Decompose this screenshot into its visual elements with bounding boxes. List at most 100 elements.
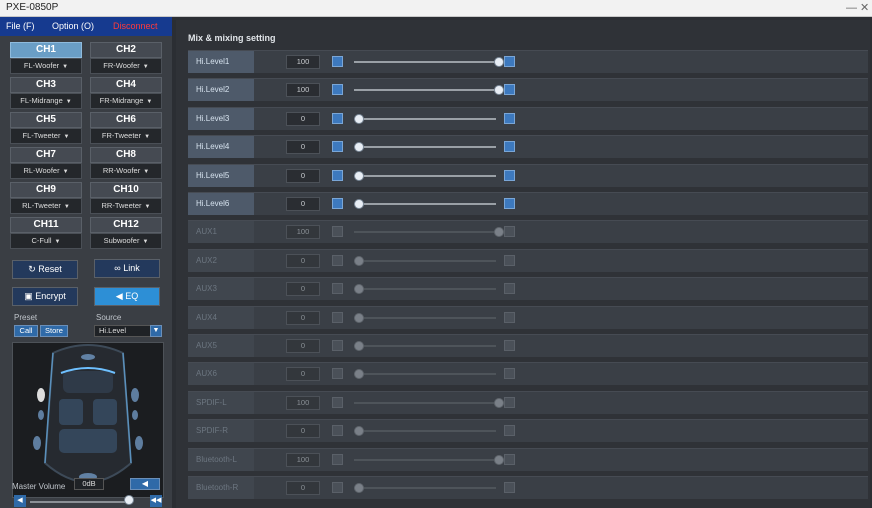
channel-assignment-select[interactable]: FR-Tweeter ▼ bbox=[90, 128, 162, 144]
preset-call-button[interactable]: Call bbox=[14, 325, 38, 337]
channel-1[interactable]: CH1 FL-Woofer ▼ bbox=[10, 42, 82, 74]
decrease-button[interactable] bbox=[332, 254, 343, 266]
level-slider-track[interactable] bbox=[354, 458, 496, 461]
level-value-input[interactable]: 0 bbox=[286, 339, 320, 353]
decrease-button[interactable] bbox=[332, 169, 343, 181]
increase-button[interactable] bbox=[504, 169, 515, 181]
level-value-input[interactable]: 100 bbox=[286, 395, 320, 410]
level-slider-track[interactable] bbox=[354, 231, 496, 234]
level-value-input[interactable]: 0 bbox=[286, 424, 320, 439]
increase-button[interactable] bbox=[504, 311, 515, 323]
decrease-button[interactable] bbox=[332, 141, 343, 153]
increase-button[interactable] bbox=[504, 482, 515, 493]
speaker-icon[interactable]: ◀ bbox=[130, 478, 160, 490]
level-slider-knob[interactable] bbox=[354, 113, 364, 124]
reset-button[interactable]: ↻ Reset bbox=[12, 260, 78, 279]
level-slider-knob[interactable] bbox=[354, 255, 364, 266]
decrease-button[interactable] bbox=[332, 198, 343, 209]
decrease-button[interactable] bbox=[332, 425, 343, 437]
master-volume-slider[interactable] bbox=[30, 501, 130, 503]
increase-button[interactable] bbox=[504, 84, 515, 96]
channel-assignment-select[interactable]: FR-Woofer ▼ bbox=[90, 58, 162, 74]
channel-5[interactable]: CH5 FL-Tweeter ▼ bbox=[10, 112, 82, 144]
level-slider-knob[interactable] bbox=[354, 312, 364, 323]
decrease-button[interactable] bbox=[332, 453, 343, 465]
channel-assignment-select[interactable]: C-Full ▼ bbox=[10, 233, 82, 249]
level-slider-track[interactable] bbox=[354, 373, 496, 376]
level-slider-track[interactable] bbox=[354, 259, 496, 262]
channel-label[interactable]: CH1 bbox=[10, 42, 82, 58]
channel-2[interactable]: CH2 FR-Woofer ▼ bbox=[90, 42, 162, 74]
level-slider-knob[interactable] bbox=[494, 454, 504, 465]
mute-icon[interactable]: ◀◀ bbox=[150, 495, 162, 507]
menu-option[interactable]: Option (O) bbox=[52, 21, 94, 31]
menu-file[interactable]: File (F) bbox=[6, 21, 35, 31]
increase-button[interactable] bbox=[504, 141, 515, 153]
channel-label[interactable]: CH3 bbox=[10, 77, 82, 93]
level-slider-track[interactable] bbox=[354, 430, 496, 433]
level-slider-track[interactable] bbox=[354, 174, 496, 177]
increase-button[interactable] bbox=[504, 425, 515, 437]
level-slider-track[interactable] bbox=[354, 61, 496, 63]
preset-store-button[interactable]: Store bbox=[40, 325, 68, 337]
level-value-input[interactable]: 0 bbox=[286, 253, 320, 268]
level-slider-track[interactable] bbox=[354, 345, 496, 347]
level-slider-track[interactable] bbox=[354, 203, 496, 205]
level-value-input[interactable]: 100 bbox=[286, 452, 320, 467]
chevron-down-icon[interactable]: ▼ bbox=[150, 325, 162, 337]
increase-button[interactable] bbox=[504, 283, 515, 295]
channel-label[interactable]: CH2 bbox=[90, 42, 162, 58]
channel-label[interactable]: CH8 bbox=[90, 147, 162, 163]
level-value-input[interactable]: 0 bbox=[286, 111, 320, 126]
channel-3[interactable]: CH3 FL-Midrange ▼ bbox=[10, 77, 82, 109]
decrease-button[interactable] bbox=[332, 112, 343, 124]
level-value-input[interactable]: 0 bbox=[286, 197, 320, 211]
level-slider-knob[interactable] bbox=[354, 369, 364, 380]
channel-assignment-select[interactable]: Subwoofer ▼ bbox=[90, 233, 162, 249]
channel-11[interactable]: CH11 C-Full ▼ bbox=[10, 217, 82, 249]
level-slider-knob[interactable] bbox=[354, 426, 364, 437]
eq-button[interactable]: ◀ EQ bbox=[94, 287, 160, 306]
increase-button[interactable] bbox=[504, 368, 515, 380]
channel-label[interactable]: CH12 bbox=[90, 217, 162, 233]
channel-label[interactable]: CH5 bbox=[10, 112, 82, 128]
channel-label[interactable]: CH6 bbox=[90, 112, 162, 128]
increase-button[interactable] bbox=[504, 198, 515, 209]
level-slider-track[interactable] bbox=[354, 316, 496, 319]
decrease-button[interactable] bbox=[332, 56, 343, 67]
level-slider-track[interactable] bbox=[354, 146, 496, 149]
channel-assignment-select[interactable]: RR-Woofer ▼ bbox=[90, 163, 162, 179]
channel-assignment-select[interactable]: FL-Woofer ▼ bbox=[10, 58, 82, 74]
level-slider-track[interactable] bbox=[354, 117, 496, 120]
increase-button[interactable] bbox=[504, 56, 515, 67]
volume-down-button[interactable]: ◀ bbox=[14, 495, 26, 507]
master-volume-knob[interactable] bbox=[124, 495, 134, 505]
link-button[interactable]: ∞ Link bbox=[94, 259, 160, 278]
level-value-input[interactable]: 0 bbox=[286, 481, 320, 495]
channel-12[interactable]: CH12 Subwoofer ▼ bbox=[90, 217, 162, 249]
decrease-button[interactable] bbox=[332, 311, 343, 323]
decrease-button[interactable] bbox=[332, 340, 343, 351]
channel-assignment-select[interactable]: RL-Woofer ▼ bbox=[10, 163, 82, 179]
decrease-button[interactable] bbox=[332, 84, 343, 96]
channel-10[interactable]: CH10 RR-Tweeter ▼ bbox=[90, 182, 162, 214]
level-slider-track[interactable] bbox=[354, 89, 496, 92]
encrypt-button[interactable]: ▣ Encrypt bbox=[12, 287, 78, 306]
channel-8[interactable]: CH8 RR-Woofer ▼ bbox=[90, 147, 162, 179]
level-slider-knob[interactable] bbox=[494, 397, 504, 408]
channel-label[interactable]: CH4 bbox=[90, 77, 162, 93]
increase-button[interactable] bbox=[504, 396, 515, 408]
decrease-button[interactable] bbox=[332, 396, 343, 408]
level-slider-knob[interactable] bbox=[494, 227, 504, 238]
level-value-input[interactable]: 0 bbox=[286, 140, 320, 155]
level-slider-knob[interactable] bbox=[354, 483, 364, 493]
decrease-button[interactable] bbox=[332, 283, 343, 295]
level-slider-knob[interactable] bbox=[354, 142, 364, 153]
window-controls[interactable]: — ✕ bbox=[846, 1, 869, 14]
level-value-input[interactable]: 100 bbox=[286, 225, 320, 240]
channel-7[interactable]: CH7 RL-Woofer ▼ bbox=[10, 147, 82, 179]
channel-label[interactable]: CH7 bbox=[10, 147, 82, 163]
level-slider-knob[interactable] bbox=[354, 284, 364, 295]
channel-assignment-select[interactable]: FR-Midrange ▼ bbox=[90, 93, 162, 109]
increase-button[interactable] bbox=[504, 254, 515, 266]
